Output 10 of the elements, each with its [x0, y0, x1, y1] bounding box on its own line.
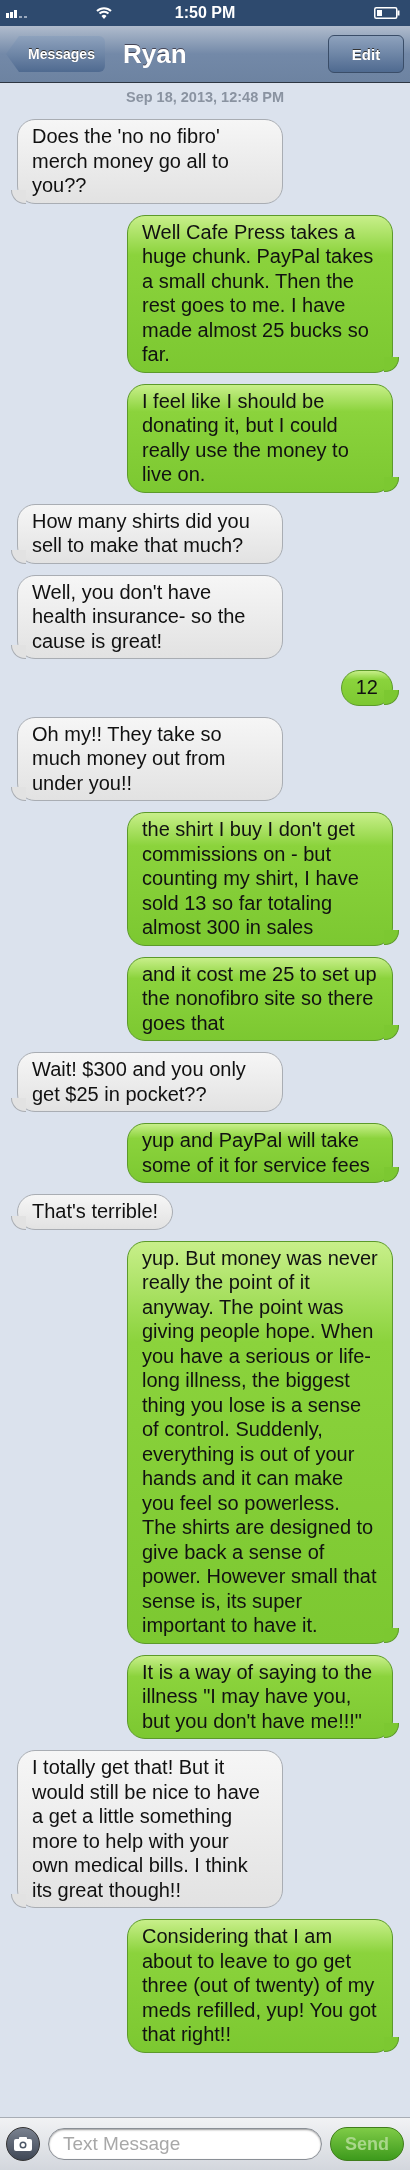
edit-button[interactable]: Edit [328, 35, 404, 73]
wifi-icon [96, 7, 112, 19]
contact-name: Ryan [122, 38, 187, 70]
back-button[interactable]: Messages [6, 36, 105, 72]
battery-icon [374, 7, 400, 19]
status-time: 1:50 PM [174, 4, 236, 22]
camera-icon [14, 2137, 32, 2151]
message-input[interactable]: Text Message [48, 2128, 322, 2160]
timestamp: Sep 18, 2013, 12:48 PM [126, 89, 284, 105]
camera-button[interactable] [6, 2127, 40, 2161]
